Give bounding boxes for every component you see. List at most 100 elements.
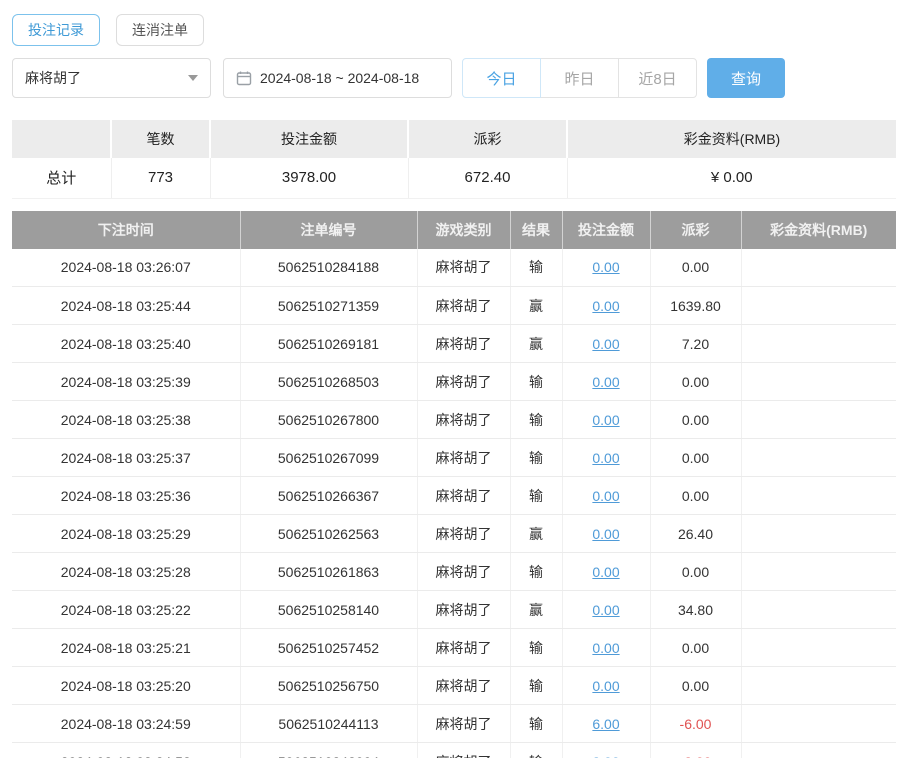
page: 投注记录 连消注单 麻将胡了 2024-08-18 ~ 2024-08-18 今… — [0, 0, 908, 758]
cell-result: 赢 — [510, 324, 563, 363]
cell-order-number: 5062510266367 — [240, 476, 418, 515]
cell-game-type: 麻将胡了 — [417, 514, 511, 553]
bet-amount-link[interactable]: 0.00 — [592, 450, 619, 466]
cell-payout: 0.00 — [650, 438, 742, 477]
cell-bet-amount: 0.00 — [562, 476, 651, 515]
bet-table-body: 2024-08-18 03:26:07 5062510284188 麻将胡了 输… — [12, 248, 896, 758]
bet-amount-link[interactable]: 2.00 — [592, 754, 619, 758]
cell-result: 输 — [510, 666, 563, 705]
col-header-order-number: 注单编号 — [240, 210, 418, 249]
col-header-game-type: 游戏类别 — [417, 210, 511, 249]
cell-order-number: 5062510244113 — [240, 704, 418, 743]
cell-game-type: 麻将胡了 — [417, 590, 511, 629]
bet-amount-link[interactable]: 0.00 — [592, 298, 619, 314]
cell-bet-amount: 0.00 — [562, 248, 651, 287]
cell-bonus — [741, 742, 896, 758]
cell-bet-time: 2024-08-18 03:25:20 — [12, 666, 241, 705]
cell-game-type: 麻将胡了 — [417, 324, 511, 363]
cell-bet-amount: 0.00 — [562, 400, 651, 439]
cell-order-number: 5062510256750 — [240, 666, 418, 705]
cell-result: 输 — [510, 438, 563, 477]
cell-bet-amount: 0.00 — [562, 590, 651, 629]
cell-bet-amount: 0.00 — [562, 286, 651, 325]
cell-payout: -2.00 — [650, 742, 742, 758]
summary-header-empty — [12, 120, 112, 158]
cell-order-number: 5062510267099 — [240, 438, 418, 477]
cell-result: 输 — [510, 628, 563, 667]
tab-bet-records[interactable]: 投注记录 — [12, 14, 100, 46]
table-row: 2024-08-18 03:25:20 5062510256750 麻将胡了 输… — [12, 666, 896, 705]
table-row: 2024-08-18 03:25:29 5062510262563 麻将胡了 赢… — [12, 514, 896, 553]
table-row: 2024-08-18 03:25:38 5062510267800 麻将胡了 输… — [12, 400, 896, 439]
cell-order-number: 5062510257452 — [240, 628, 418, 667]
cell-bet-time: 2024-08-18 03:25:37 — [12, 438, 241, 477]
cell-order-number: 5062510262563 — [240, 514, 418, 553]
game-select[interactable]: 麻将胡了 — [12, 58, 211, 98]
cell-game-type: 麻将胡了 — [417, 552, 511, 591]
table-row: 2024-08-18 03:25:40 5062510269181 麻将胡了 赢… — [12, 324, 896, 363]
quick-range-yesterday[interactable]: 昨日 — [540, 58, 619, 98]
cell-game-type: 麻将胡了 — [417, 248, 511, 287]
cell-result: 输 — [510, 476, 563, 515]
col-header-result: 结果 — [510, 210, 563, 249]
tab-cancelled-orders[interactable]: 连消注单 — [116, 14, 204, 46]
bet-amount-link[interactable]: 0.00 — [592, 640, 619, 656]
record-tabs: 投注记录 连消注单 — [12, 14, 896, 46]
search-button[interactable]: 查询 — [707, 58, 785, 98]
cell-result: 输 — [510, 742, 563, 758]
bet-amount-link[interactable]: 0.00 — [592, 488, 619, 504]
cell-order-number: 5062510242904 — [240, 742, 418, 758]
chevron-down-icon — [188, 75, 198, 81]
cell-payout: -6.00 — [650, 704, 742, 743]
cell-game-type: 麻将胡了 — [417, 362, 511, 401]
summary-total-label: 总计 — [12, 158, 112, 199]
bet-table-header-row: 下注时间 注单编号 游戏类别 结果 投注金额 派彩 彩金资料(RMB) — [12, 210, 896, 249]
table-row: 2024-08-18 03:25:39 5062510268503 麻将胡了 输… — [12, 362, 896, 401]
summary-header-row: 笔数 投注金额 派彩 彩金资料(RMB) — [12, 120, 896, 158]
summary-table: 笔数 投注金额 派彩 彩金资料(RMB) 总计 773 3978.00 672.… — [12, 120, 896, 199]
cell-result: 输 — [510, 400, 563, 439]
cell-bet-time: 2024-08-18 03:24:59 — [12, 704, 241, 743]
bet-amount-link[interactable]: 0.00 — [592, 374, 619, 390]
summary-header-bet-amount: 投注金额 — [210, 120, 409, 158]
table-row: 2024-08-18 03:25:44 5062510271359 麻将胡了 赢… — [12, 286, 896, 325]
cell-order-number: 5062510284188 — [240, 248, 418, 287]
cell-bonus — [741, 704, 896, 743]
bet-amount-link[interactable]: 0.00 — [592, 564, 619, 580]
cell-result: 输 — [510, 704, 563, 743]
summary-total-count: 773 — [111, 158, 211, 199]
cell-bonus — [741, 552, 896, 591]
bet-amount-link[interactable]: 0.00 — [592, 602, 619, 618]
cell-result: 赢 — [510, 514, 563, 553]
cell-payout: 0.00 — [650, 666, 742, 705]
bet-amount-link[interactable]: 0.00 — [592, 412, 619, 428]
cell-result: 输 — [510, 552, 563, 591]
quick-range-today[interactable]: 今日 — [462, 58, 541, 98]
cell-game-type: 麻将胡了 — [417, 438, 511, 477]
cell-payout: 7.20 — [650, 324, 742, 363]
quick-range-last8days[interactable]: 近8日 — [618, 58, 697, 98]
cell-bet-amount: 0.00 — [562, 324, 651, 363]
cell-order-number: 5062510269181 — [240, 324, 418, 363]
bet-amount-link[interactable]: 0.00 — [592, 678, 619, 694]
summary-total-payout: 672.40 — [408, 158, 568, 199]
col-header-bet-amount: 投注金额 — [562, 210, 651, 249]
summary-header-bonus: 彩金资料(RMB) — [567, 120, 896, 158]
bet-amount-link[interactable]: 0.00 — [592, 259, 619, 275]
cell-bet-time: 2024-08-18 03:25:28 — [12, 552, 241, 591]
date-range-picker[interactable]: 2024-08-18 ~ 2024-08-18 — [223, 58, 452, 98]
bet-amount-link[interactable]: 0.00 — [592, 336, 619, 352]
cell-bonus — [741, 286, 896, 325]
cell-bonus — [741, 666, 896, 705]
cell-bet-amount: 2.00 — [562, 742, 651, 758]
cell-bonus — [741, 400, 896, 439]
table-row: 2024-08-18 03:25:21 5062510257452 麻将胡了 输… — [12, 628, 896, 667]
bet-amount-link[interactable]: 0.00 — [592, 526, 619, 542]
summary-header-payout: 派彩 — [408, 120, 568, 158]
cell-bet-time: 2024-08-18 03:24:52 — [12, 742, 241, 758]
bet-amount-link[interactable]: 6.00 — [592, 716, 619, 732]
cell-bet-amount: 0.00 — [562, 628, 651, 667]
col-header-bonus: 彩金资料(RMB) — [741, 210, 896, 249]
summary-total-row: 总计 773 3978.00 672.40 ¥ 0.00 — [12, 158, 896, 199]
cell-result: 输 — [510, 248, 563, 287]
